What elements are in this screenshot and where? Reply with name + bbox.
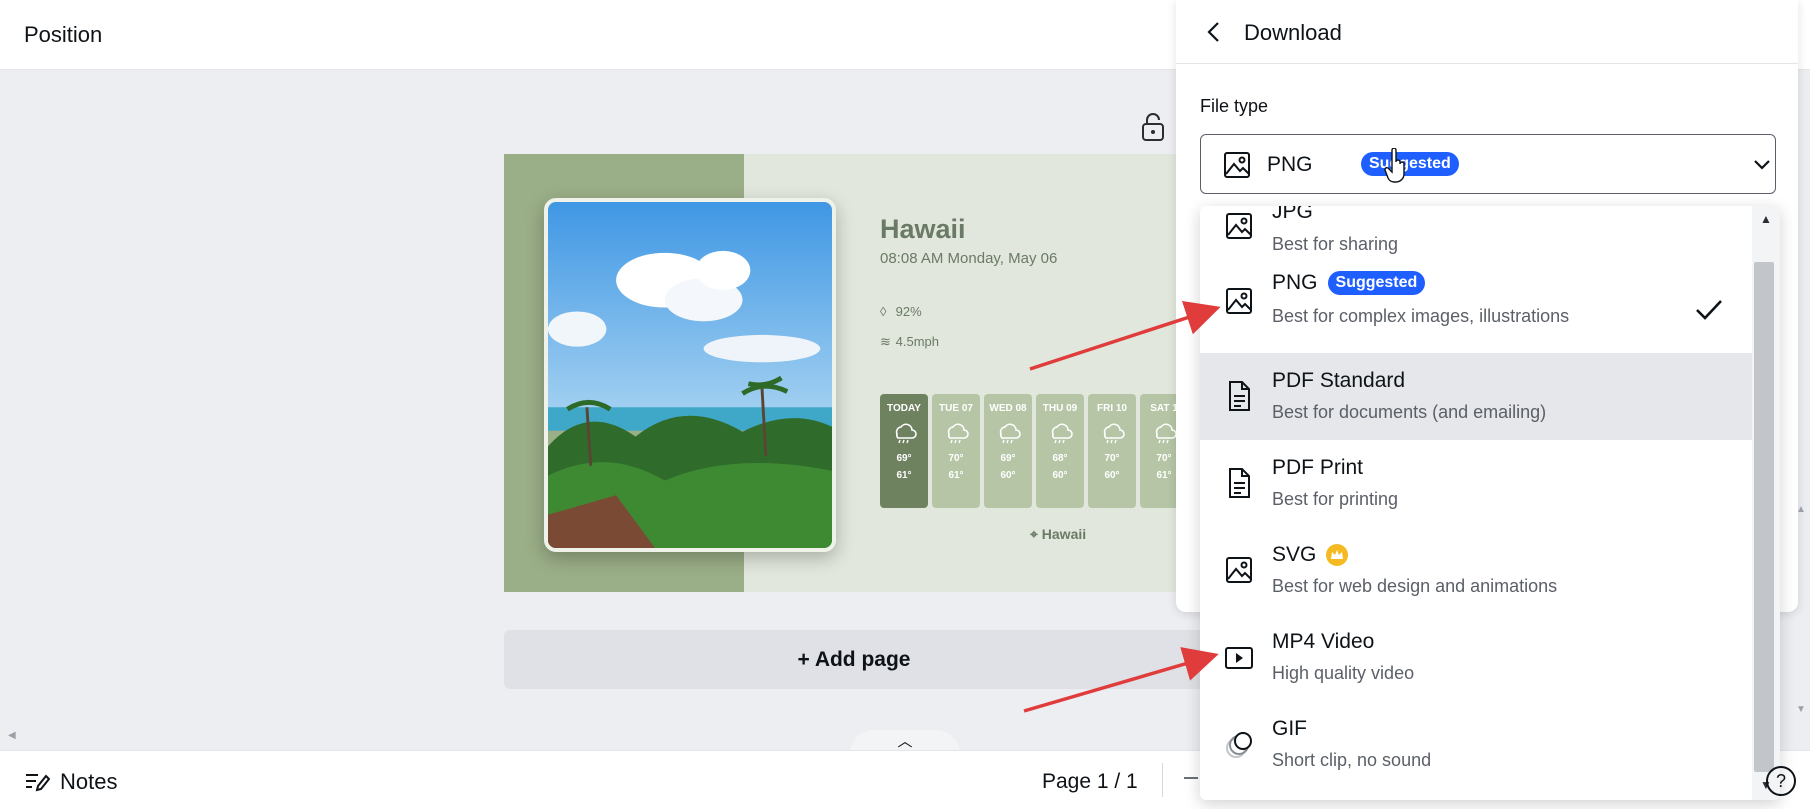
rain-cloud-icon bbox=[895, 423, 917, 444]
option-png[interactable]: PNG Suggested Best for complex images, i… bbox=[1200, 257, 1752, 344]
option-desc: High quality video bbox=[1272, 663, 1415, 683]
position-title[interactable]: Position bbox=[24, 22, 102, 48]
forecast-days: TODAY 69° 61° TUE 07 70° 61° WED 08 69° … bbox=[880, 394, 1188, 508]
zoom-out-icon[interactable] bbox=[1184, 777, 1198, 779]
day-high: 69° bbox=[1000, 453, 1016, 464]
pin-icon: ⌖ bbox=[1030, 526, 1038, 542]
forecast-day[interactable]: TUE 07 70° 61° bbox=[932, 394, 980, 508]
notes-label: Notes bbox=[60, 769, 118, 794]
back-chevron-icon[interactable] bbox=[1204, 20, 1224, 44]
divider bbox=[1162, 763, 1163, 797]
document-icon bbox=[1229, 468, 1250, 498]
file-type-dropdown: JPG Best for sharing PNG Suggested Best … bbox=[1200, 206, 1780, 800]
option-name: PDF Print bbox=[1272, 456, 1364, 479]
file-type-select[interactable]: PNG Suggested bbox=[1200, 134, 1776, 194]
option-name: MP4 Video bbox=[1272, 630, 1375, 653]
day-label: FRI 10 bbox=[1096, 403, 1127, 414]
day-label: THU 09 bbox=[1042, 403, 1078, 414]
location-text: Hawaii bbox=[1041, 526, 1087, 542]
option-desc: Best for printing bbox=[1272, 489, 1399, 509]
forecast-day[interactable]: WED 08 69° 60° bbox=[984, 394, 1032, 508]
option-desc: Best for documents (and emailing) bbox=[1272, 402, 1547, 422]
scroll-left-arrow-icon[interactable]: ◀ bbox=[8, 730, 16, 741]
option-mp4-video[interactable]: MP4 Video High quality video bbox=[1200, 614, 1752, 701]
option-gif[interactable]: GIF Short clip, no sound bbox=[1200, 701, 1752, 788]
day-high: 70° bbox=[948, 453, 964, 464]
humidity-value: 92% bbox=[895, 304, 922, 319]
option-svg[interactable]: SVG Best for web design and animations bbox=[1200, 527, 1752, 614]
day-low: 61° bbox=[896, 470, 912, 481]
day-high: 68° bbox=[1052, 453, 1068, 464]
forecast-day[interactable]: THU 09 68° 60° bbox=[1036, 394, 1084, 508]
rain-cloud-icon bbox=[1051, 423, 1073, 444]
add-page-button[interactable]: + Add page bbox=[504, 630, 1204, 689]
image-icon bbox=[1226, 213, 1252, 239]
scroll-up-arrow-icon[interactable]: ▲ bbox=[1760, 212, 1772, 226]
beach-photo[interactable] bbox=[544, 198, 836, 552]
day-label: SAT 1 bbox=[1150, 403, 1178, 414]
file-type-label: File type bbox=[1200, 96, 1269, 116]
document-icon bbox=[1229, 381, 1250, 411]
rain-cloud-icon bbox=[1155, 423, 1177, 444]
image-icon bbox=[1226, 557, 1252, 583]
option-name: GIF bbox=[1272, 717, 1307, 740]
rain-cloud-icon bbox=[1103, 423, 1125, 444]
location-label[interactable]: ⌖ Hawaii bbox=[1030, 526, 1086, 543]
checkmark-icon bbox=[1696, 300, 1722, 320]
option-jpg[interactable]: JPG Best for sharing bbox=[1200, 206, 1752, 257]
page-scroll-up-arrow-icon[interactable]: ▲ bbox=[1796, 504, 1806, 515]
city-name[interactable]: Hawaii bbox=[880, 214, 966, 245]
selected-file-type: PNG bbox=[1267, 153, 1313, 176]
lock-icon[interactable] bbox=[1140, 112, 1166, 142]
option-name: PNG bbox=[1272, 271, 1318, 294]
humidity-stat[interactable]: ◊ 92% bbox=[880, 304, 922, 319]
option-desc: Best for web design and animations bbox=[1272, 576, 1558, 596]
premium-crown-icon bbox=[1326, 544, 1349, 566]
download-panel-header: Download bbox=[1176, 0, 1798, 64]
droplet-icon: ◊ bbox=[880, 304, 887, 319]
day-high: 69° bbox=[896, 453, 912, 464]
page-scroll-down-arrow-icon[interactable]: ▼ bbox=[1796, 704, 1806, 715]
image-icon bbox=[1224, 152, 1250, 178]
day-low: 60° bbox=[1104, 470, 1120, 481]
option-pdf-print[interactable]: PDF Print Best for printing bbox=[1200, 440, 1752, 527]
design-page[interactable]: Hawaii 08:08 AM Monday, May 06 ◊ 92% ≋ 4… bbox=[504, 154, 1204, 592]
notes-icon bbox=[26, 774, 50, 792]
gif-icon bbox=[1226, 732, 1252, 758]
forecast-day[interactable]: TODAY 69° 61° bbox=[880, 394, 928, 508]
hand-cursor-icon bbox=[1384, 148, 1405, 183]
rain-cloud-icon bbox=[999, 423, 1021, 444]
rain-cloud-icon bbox=[947, 423, 969, 444]
day-low: 61° bbox=[948, 470, 964, 481]
option-name: PDF Standard bbox=[1272, 369, 1406, 392]
image-icon bbox=[1226, 288, 1252, 314]
page-indicator[interactable]: Page 1 / 1 bbox=[1042, 770, 1138, 794]
option-pdf-standard[interactable]: PDF Standard Best for documents (and ema… bbox=[1200, 353, 1752, 440]
notes-button[interactable]: Notes bbox=[24, 769, 117, 795]
date-time[interactable]: 08:08 AM Monday, May 06 bbox=[880, 250, 1057, 267]
video-icon bbox=[1225, 647, 1253, 669]
day-label: TODAY bbox=[887, 403, 921, 414]
download-title: Download bbox=[1244, 20, 1342, 45]
chevron-down-icon bbox=[1754, 160, 1770, 170]
wind-stat[interactable]: ≋ 4.5mph bbox=[880, 334, 939, 350]
suggested-badge: Suggested bbox=[1327, 271, 1426, 295]
option-name: JPG bbox=[1272, 206, 1313, 223]
day-label: TUE 07 bbox=[939, 403, 973, 414]
option-desc: Best for sharing bbox=[1272, 234, 1399, 254]
day-low: 60° bbox=[1052, 470, 1068, 481]
option-desc: Best for complex images, illustrations bbox=[1272, 306, 1570, 326]
option-name: SVG bbox=[1272, 543, 1317, 566]
dropdown-scrollbar-thumb[interactable] bbox=[1754, 262, 1774, 772]
wind-value: 4.5mph bbox=[895, 334, 939, 349]
wind-icon: ≋ bbox=[880, 334, 891, 349]
suggested-badge: Suggested bbox=[1361, 152, 1459, 176]
day-label: WED 08 bbox=[989, 403, 1027, 414]
option-desc: Short clip, no sound bbox=[1272, 750, 1432, 770]
day-low: 60° bbox=[1000, 470, 1016, 481]
forecast-day[interactable]: FRI 10 70° 60° bbox=[1088, 394, 1136, 508]
day-high: 70° bbox=[1104, 453, 1120, 464]
help-icon[interactable]: ? bbox=[1766, 766, 1796, 796]
